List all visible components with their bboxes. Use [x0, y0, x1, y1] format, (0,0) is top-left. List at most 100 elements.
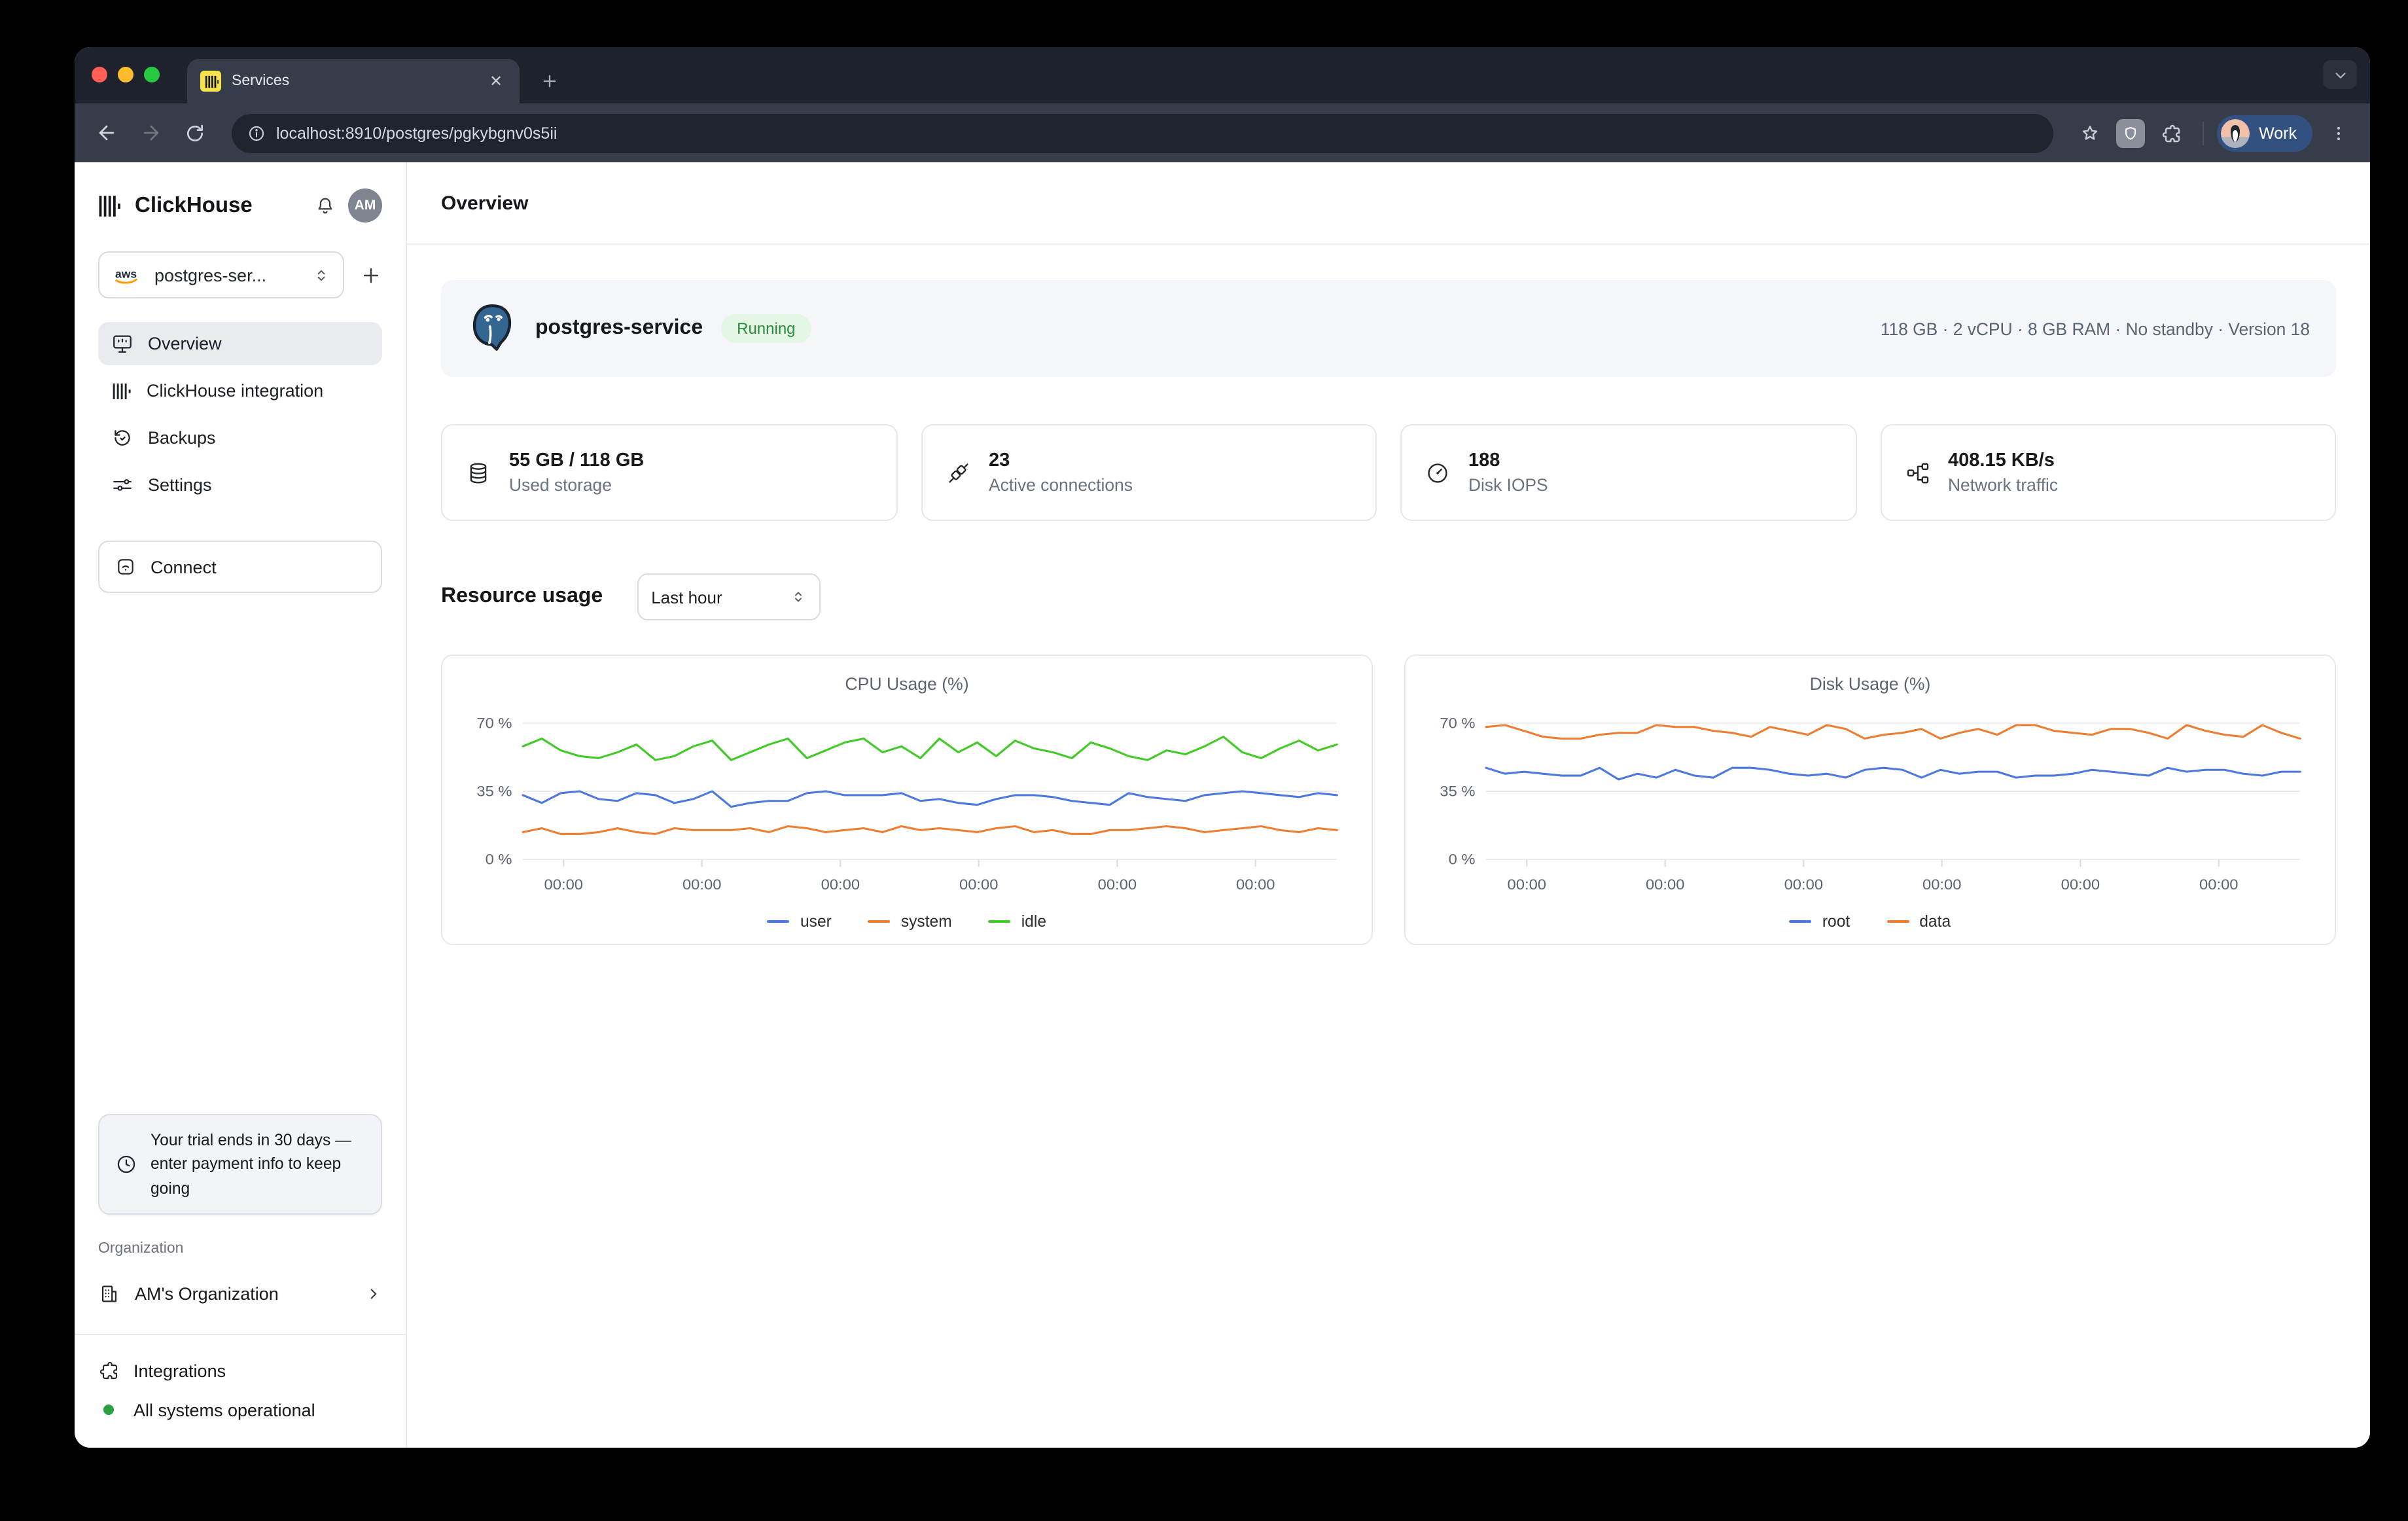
svg-text:00:00: 00:00 — [959, 876, 998, 893]
sidebar-item-label: Backups — [148, 428, 216, 448]
svg-text:00:00: 00:00 — [2061, 876, 2100, 893]
system-status-item[interactable]: All systems operational — [98, 1390, 382, 1429]
clickhouse-favicon — [200, 71, 221, 92]
browser-window: Services ✕ — [75, 47, 2370, 1448]
organization-name: AM's Organization — [135, 1283, 351, 1303]
chart-legend: root data — [1424, 904, 2316, 939]
time-range-value: Last hour — [651, 587, 722, 607]
sidebar-divider — [75, 1334, 406, 1335]
svg-text:00:00: 00:00 — [1784, 876, 1823, 893]
building-icon — [98, 1282, 120, 1304]
tab-strip: Services ✕ — [75, 47, 2370, 103]
sidebar-item-overview[interactable]: Overview — [98, 322, 382, 365]
integrations-item[interactable]: Integrations — [98, 1351, 382, 1390]
brand-name: ClickHouse — [135, 193, 302, 218]
svg-text:0 %: 0 % — [1449, 851, 1476, 868]
legend-item[interactable]: root — [1790, 912, 1850, 931]
reload-button[interactable] — [177, 115, 213, 151]
svg-text:00:00: 00:00 — [544, 876, 583, 893]
bookmark-star-icon[interactable] — [2072, 115, 2108, 151]
stat-value: 55 GB / 118 GB — [509, 450, 644, 471]
gauge-icon — [1425, 460, 1450, 485]
extensions-puzzle-icon[interactable] — [2153, 115, 2189, 151]
legend-item[interactable]: idle — [989, 912, 1046, 931]
stat-value: 408.15 KB/s — [1948, 450, 2058, 471]
close-window-button[interactable] — [92, 67, 107, 82]
organization-label: Organization — [98, 1241, 382, 1257]
aws-logo-icon: aws — [113, 265, 144, 285]
chart-title: Disk Usage (%) — [1424, 674, 2316, 694]
clickhouse-logo-icon — [98, 193, 123, 218]
browser-menu-icon[interactable] — [2320, 115, 2357, 151]
status-text: All systems operational — [133, 1400, 315, 1420]
chart-title: CPU Usage (%) — [461, 674, 1353, 694]
tab-search-button[interactable] — [2323, 60, 2357, 89]
legend-label: idle — [1021, 912, 1046, 931]
cable-icon — [946, 460, 970, 485]
svg-text:00:00: 00:00 — [1098, 876, 1137, 893]
add-service-button[interactable] — [360, 264, 382, 286]
time-range-select[interactable]: Last hour — [637, 573, 820, 620]
site-info-icon[interactable] — [247, 124, 266, 142]
profile-avatar — [2221, 118, 2250, 147]
legend-swatch-icon — [868, 920, 891, 923]
new-tab-button[interactable] — [533, 64, 567, 98]
legend-item[interactable]: user — [768, 912, 832, 931]
chevron-right-icon — [365, 1285, 382, 1302]
legend-swatch-icon — [1886, 920, 1909, 923]
svg-text:aws: aws — [115, 266, 137, 279]
tab-title: Services — [232, 73, 475, 89]
stat-card-network-traffic: 408.15 KB/sNetwork traffic — [1880, 424, 2336, 521]
shield-extension-icon[interactable] — [2116, 118, 2145, 147]
user-avatar[interactable]: AM — [348, 188, 382, 223]
sidebar-item-backups[interactable]: Backups — [98, 416, 382, 459]
connect-icon — [115, 556, 136, 577]
sidebar-nav: Overview ClickHouse integration Backups — [98, 322, 382, 507]
svg-text:00:00: 00:00 — [1236, 876, 1275, 893]
svg-text:0 %: 0 % — [486, 851, 512, 868]
sidebar-item-clickhouse-integration[interactable]: ClickHouse integration — [98, 369, 382, 412]
trial-clock-icon — [115, 1153, 137, 1175]
database-icon — [466, 460, 491, 485]
service-name: postgres-service — [535, 317, 703, 340]
legend-label: root — [1822, 912, 1850, 931]
chart-legend: user system idle — [461, 904, 1353, 939]
legend-item[interactable]: data — [1886, 912, 1951, 931]
window-controls — [92, 67, 160, 82]
resource-usage-title: Resource usage — [441, 585, 603, 609]
organization-item[interactable]: AM's Organization — [98, 1274, 382, 1313]
stat-label: Used storage — [509, 475, 644, 495]
trial-notice: Your trial ends in 30 days — enter payme… — [98, 1113, 382, 1215]
page-topbar: Overview — [407, 162, 2370, 245]
connect-button[interactable]: Connect — [98, 541, 382, 593]
main-panel: Overview postgres-service Running 118 GB… — [407, 162, 2370, 1448]
profile-button[interactable]: Work — [2217, 115, 2312, 151]
stat-card-disk-iops: 188Disk IOPS — [1400, 424, 1856, 521]
status-badge: Running — [721, 314, 811, 343]
postgres-logo-icon — [467, 302, 517, 355]
tab-close-icon[interactable]: ✕ — [486, 71, 506, 92]
service-selector[interactable]: aws postgres-ser... — [98, 251, 344, 298]
legend-label: user — [800, 912, 832, 931]
tab-services[interactable]: Services ✕ — [187, 59, 520, 103]
legend-item[interactable]: system — [868, 912, 952, 931]
zoom-window-button[interactable] — [144, 67, 160, 82]
back-button[interactable] — [88, 115, 124, 151]
forward-button[interactable] — [132, 115, 169, 151]
connect-label: Connect — [150, 557, 217, 577]
legend-swatch-icon — [1790, 920, 1812, 923]
sidebar-item-label: Overview — [148, 334, 222, 353]
notifications-bell-icon[interactable] — [314, 194, 336, 217]
chevron-updown-icon — [313, 266, 330, 283]
svg-text:00:00: 00:00 — [1646, 876, 1684, 893]
disk-usage-chart: 0 %35 %70 %00:0000:0000:0000:0000:0000:0… — [1424, 696, 2316, 904]
url-bar[interactable]: localhost:8910/postgres/pgkybgnv0s5ii — [232, 113, 2053, 152]
sidebar-item-label: Settings — [148, 475, 212, 495]
cpu-usage-chart-card: CPU Usage (%) 0 %35 %70 %00:0000:0000:00… — [441, 654, 1373, 945]
minimize-window-button[interactable] — [118, 67, 133, 82]
browser-toolbar: localhost:8910/postgres/pgkybgnv0s5ii Wo… — [75, 103, 2370, 162]
stat-label: Disk IOPS — [1468, 475, 1548, 495]
integrations-label: Integrations — [133, 1361, 226, 1380]
sidebar-item-settings[interactable]: Settings — [98, 463, 382, 507]
svg-text:35 %: 35 % — [476, 783, 512, 799]
